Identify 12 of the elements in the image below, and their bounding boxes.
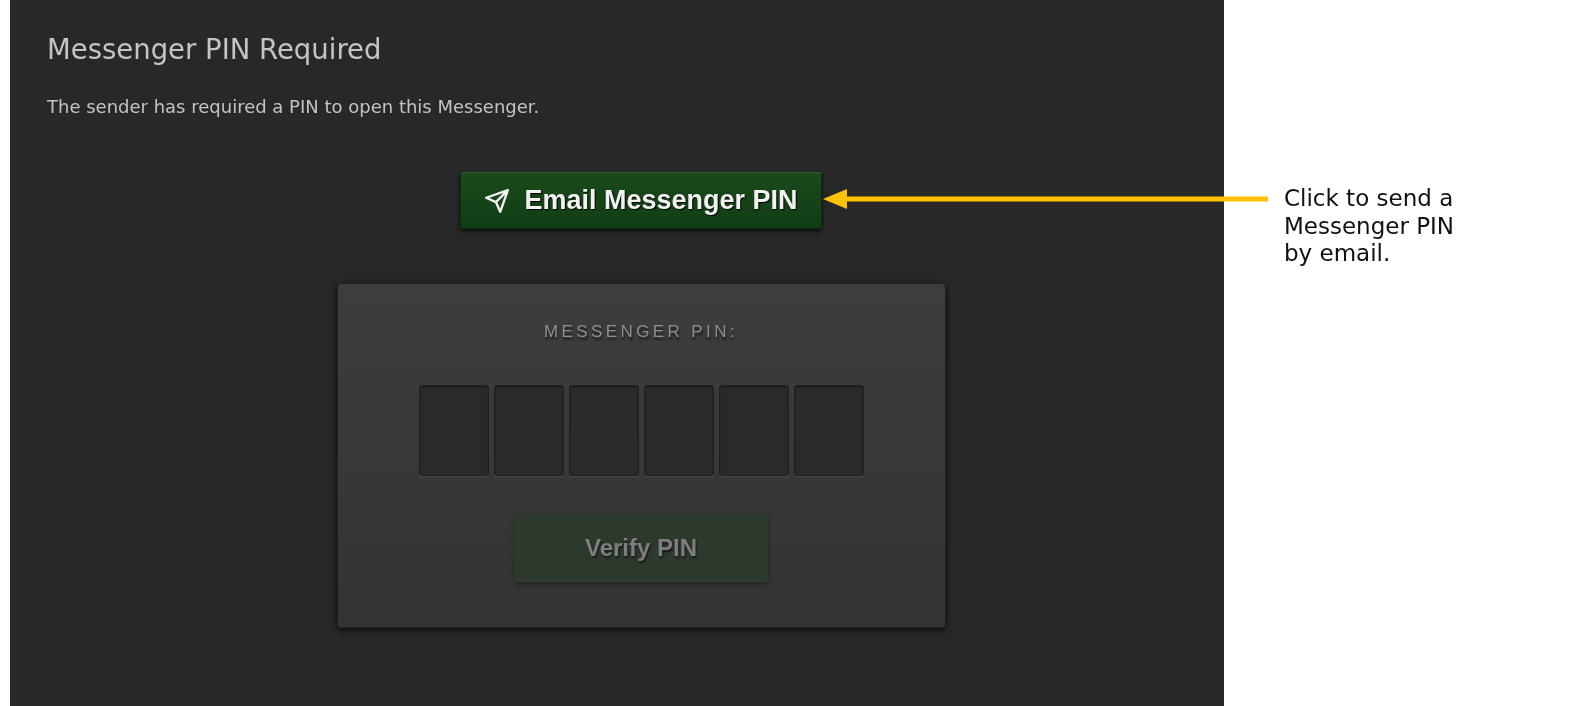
pin-digit-field[interactable] bbox=[643, 385, 714, 476]
callout-text: Click to send a Messenger PIN by email. bbox=[1284, 185, 1456, 268]
pin-digit-field[interactable] bbox=[493, 385, 564, 476]
pin-label: MESSENGER PIN: bbox=[544, 321, 738, 343]
pin-digit-field[interactable] bbox=[418, 385, 489, 476]
email-pin-button[interactable]: Email Messenger PIN bbox=[460, 172, 822, 229]
pin-digit-field[interactable] bbox=[568, 385, 639, 476]
pin-digit-field[interactable] bbox=[718, 385, 789, 476]
pin-digit-field[interactable] bbox=[793, 385, 864, 476]
pin-required-message: The sender has required a PIN to open this Messenger. bbox=[47, 95, 540, 119]
page-title: Messenger PIN Required bbox=[47, 32, 382, 67]
send-icon bbox=[484, 187, 511, 214]
